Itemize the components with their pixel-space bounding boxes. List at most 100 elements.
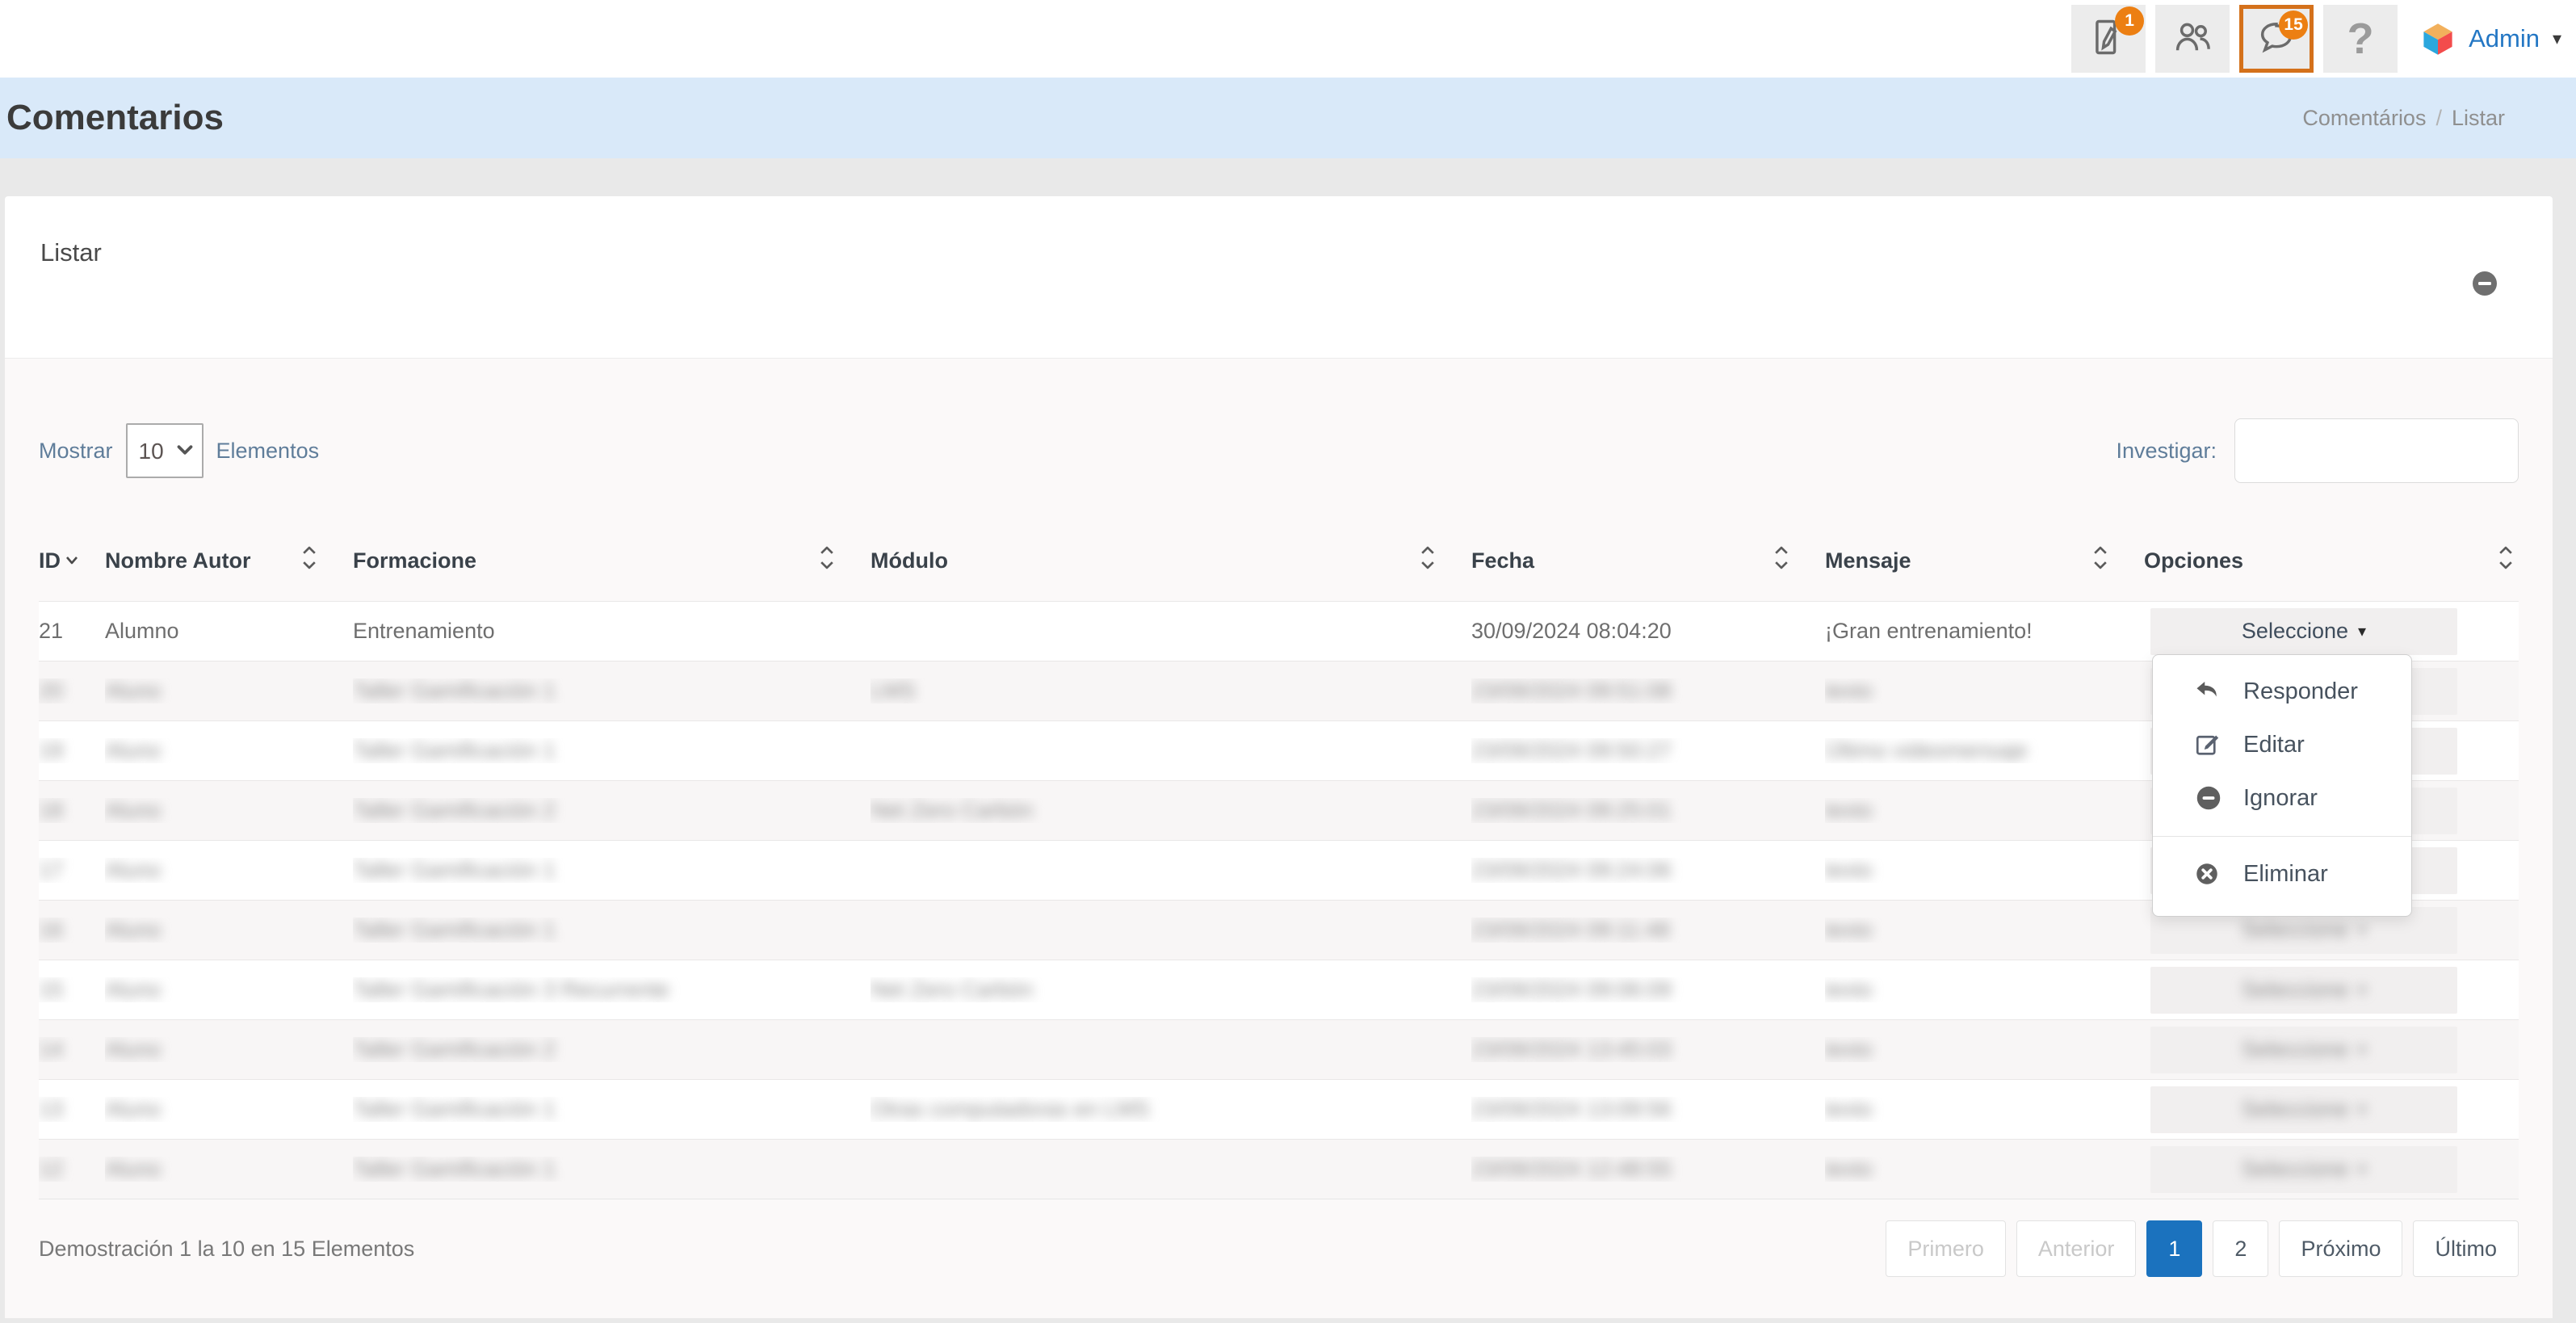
cell-text: 20 xyxy=(39,678,63,703)
column-header-5[interactable]: Mensaje xyxy=(1825,548,2144,573)
cell-fecha: 23/09/2024 09:24:06 xyxy=(1471,858,1825,883)
ignore-icon xyxy=(2193,783,2226,813)
cell-text: 23/09/2024 09:51:08 xyxy=(1471,678,1672,703)
row-action-label: Seleccione xyxy=(2242,619,2348,644)
cell-fecha: 23/09/2024 09:25:01 xyxy=(1471,798,1825,823)
column-header-0[interactable]: ID xyxy=(39,546,105,576)
row-action-button[interactable]: Seleccione▾ xyxy=(2150,1086,2457,1133)
table-header-row: ID Nombre Autor FormacioneMódulo FechaMensa… xyxy=(39,520,2519,601)
cell-text: Entrenamiento xyxy=(353,619,495,643)
cell-text: texto xyxy=(1825,678,1873,703)
breadcrumb-separator: / xyxy=(2426,106,2452,130)
cell-text: Taller Gamificación 1 xyxy=(353,678,556,703)
column-header-4[interactable]: Fecha xyxy=(1471,548,1825,573)
page-button[interactable]: 1 xyxy=(2146,1220,2202,1277)
cell-formacione: Taller Gamificación 1 xyxy=(353,918,871,943)
action-dropdown: ResponderEditar Ignorar Eliminar xyxy=(2152,654,2412,917)
cell-autor: Alumno xyxy=(105,619,353,644)
cell-autor: Aluno xyxy=(105,798,353,823)
sort-desc-icon xyxy=(62,551,82,576)
cell-text: texto xyxy=(1825,798,1873,822)
column-header-3[interactable]: Módulo xyxy=(871,548,1471,573)
column-header-1[interactable]: Nombre Autor xyxy=(105,548,353,573)
row-action-label: Seleccione xyxy=(2242,977,2348,1002)
collapse-button[interactable] xyxy=(2470,269,2499,298)
cell-text: 23/09/2024 09:25:01 xyxy=(1471,798,1672,822)
cell-text: 23/09/2024 09:06:09 xyxy=(1471,977,1672,1002)
notification-badge: 1 xyxy=(2115,6,2144,36)
row-action-label: Seleccione xyxy=(2242,1157,2348,1182)
search-label: Investigar: xyxy=(2116,439,2217,464)
menu-item-delete[interactable]: Eliminar xyxy=(2153,842,2411,906)
cell-options: Seleccione▾ xyxy=(2144,1086,2519,1133)
menu-item-label: Ignorar xyxy=(2243,785,2318,812)
cell-text: 14 xyxy=(39,1037,63,1061)
row-action-button[interactable]: Seleccione ▾ xyxy=(2150,1146,2457,1193)
page-size-select-wrap: 10 xyxy=(126,423,203,478)
cell-fecha: 23/09/2024 12:48:55 xyxy=(1471,1157,1825,1182)
sort-icon xyxy=(816,544,838,578)
cell-text: 13 xyxy=(39,1097,63,1121)
cell-text: 21 xyxy=(39,619,63,643)
cell-id: 12 xyxy=(39,1157,105,1182)
help-icon: ? xyxy=(2347,14,2374,64)
cell-text: Otras computadoras en LMS xyxy=(871,1097,1149,1121)
search-input[interactable] xyxy=(2234,418,2519,483)
cell-autor: Aluno xyxy=(105,738,353,763)
cell-text: Alumno xyxy=(105,619,179,643)
page-button[interactable]: 2 xyxy=(2213,1220,2268,1277)
cell-text: 16 xyxy=(39,918,63,942)
cell-modulo: LMS xyxy=(871,678,1471,704)
cell-autor: Aluno xyxy=(105,1157,353,1182)
sort-icon xyxy=(1770,544,1793,578)
column-header-6[interactable]: Opciones xyxy=(2144,548,2519,573)
edit-icon xyxy=(2193,730,2226,759)
cell-id: 20 xyxy=(39,678,105,704)
menu-item-reply[interactable]: Responder xyxy=(2153,665,2411,718)
cell-text: Aluno xyxy=(105,918,161,942)
help-button[interactable]: ? xyxy=(2323,5,2398,73)
table-controls: Mostrar 10 Elementos Investigar: xyxy=(39,359,2519,491)
results-summary: Demostración 1 la 10 en 15 Elementos xyxy=(39,1237,414,1262)
tasks-button[interactable]: 1 xyxy=(2071,5,2146,73)
menu-item-edit[interactable]: Editar xyxy=(2153,718,2411,771)
cell-options: Seleccione▾ xyxy=(2144,967,2519,1014)
page-button[interactable]: Anterior xyxy=(2016,1220,2137,1277)
table-row: 18AlunoTaller Gamificación 2Net Zero Car… xyxy=(39,780,2519,840)
row-action-button[interactable]: Seleccione▾ xyxy=(2150,967,2457,1014)
menu-item-label: Eliminar xyxy=(2243,861,2328,888)
user-menu[interactable]: Admin ▾ xyxy=(2420,21,2561,57)
cell-id: 21 xyxy=(39,619,105,644)
column-label: Nombre Autor xyxy=(105,548,251,573)
search-control: Investigar: xyxy=(2116,418,2519,483)
cell-options: Seleccione ▾ xyxy=(2144,1146,2519,1193)
page-button[interactable]: Primero xyxy=(1886,1220,2006,1277)
cell-text: Taller Gamificación 1 xyxy=(353,1097,556,1121)
breadcrumb-item-listar[interactable]: Listar xyxy=(2452,106,2505,130)
cell-modulo: Net Zero Carbón xyxy=(871,798,1471,823)
breadcrumb-item-comentarios[interactable]: Comentários xyxy=(2302,106,2426,130)
users-button[interactable] xyxy=(2155,5,2230,73)
comments-button[interactable]: 15 xyxy=(2239,5,2314,73)
row-action-button[interactable]: Seleccione▾ xyxy=(2150,1027,2457,1073)
menu-item-ignore[interactable]: Ignorar xyxy=(2153,771,2411,825)
row-action-button[interactable]: Seleccione▾ xyxy=(2150,608,2457,655)
topbar-icon-group: 1 15? xyxy=(2071,5,2398,73)
cell-text: 23/09/2024 13:45:03 xyxy=(1471,1037,1672,1061)
column-header-2[interactable]: Formacione xyxy=(353,548,871,573)
page-size-select[interactable]: 10 xyxy=(126,423,203,478)
cell-text: 23/09/2024 13:09:56 xyxy=(1471,1097,1672,1121)
page-button[interactable]: Próximo xyxy=(2279,1220,2402,1277)
cell-text: 18 xyxy=(39,798,63,822)
cell-id: 15 xyxy=(39,977,105,1002)
cell-mensaje: texto xyxy=(1825,1097,2144,1122)
sort-icon xyxy=(1416,544,1439,578)
chevron-down-icon: ▾ xyxy=(2358,1161,2366,1178)
cell-fecha: 30/09/2024 08:04:20 xyxy=(1471,619,1825,644)
table-row: 15AlunoTaller Gamificación 3 RecurrenteN… xyxy=(39,960,2519,1019)
cell-text: Taller Gamificación 1 xyxy=(353,1157,556,1181)
page-button[interactable]: Último xyxy=(2413,1220,2519,1277)
cell-modulo: Otras computadoras en LMS xyxy=(871,1097,1471,1122)
column-label: Módulo xyxy=(871,548,948,573)
column-label: ID xyxy=(39,548,61,573)
